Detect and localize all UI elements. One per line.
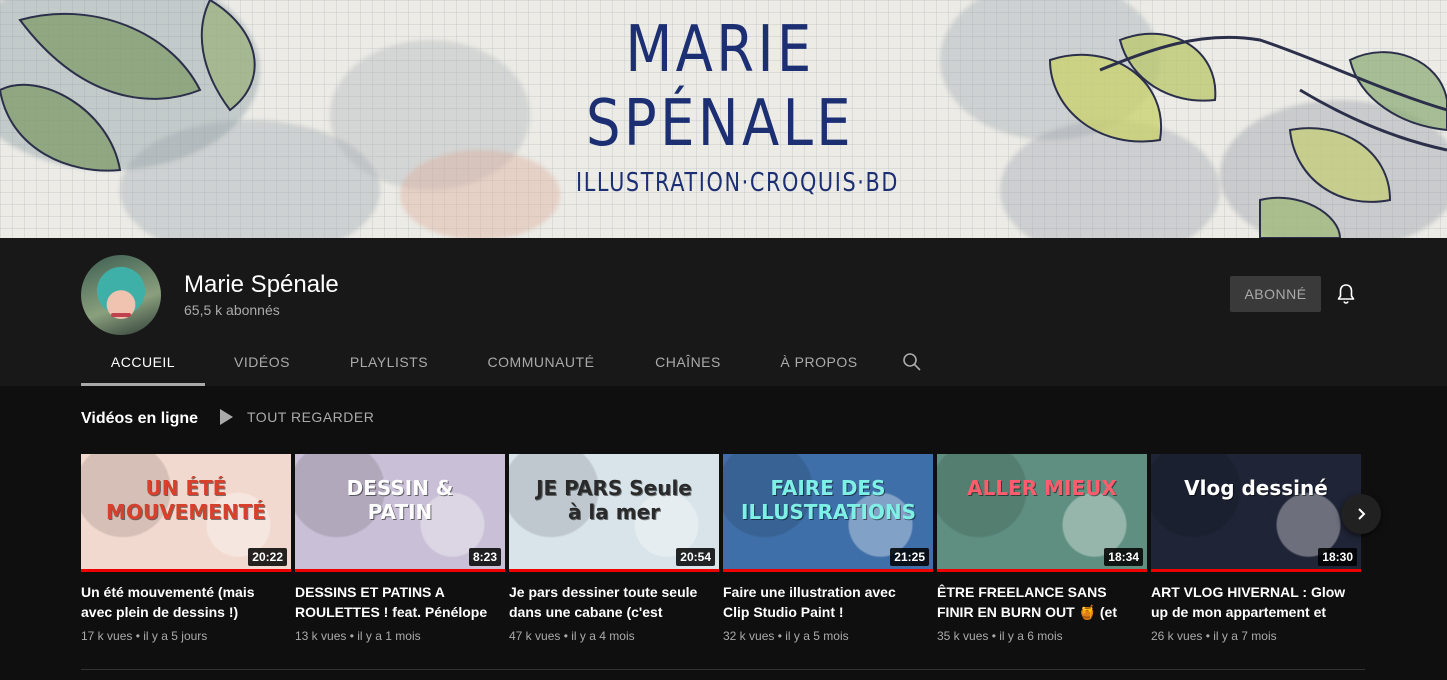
banner-title: MARIE SPÉNALE ILLUSTRATION·CROQUIS·BD: [540, 14, 900, 198]
tab-accueil[interactable]: ACCUEIL: [81, 338, 205, 386]
banner-line-1: MARIE: [625, 13, 815, 87]
thumbnail-text: UN ÉTÉ MOUVEMENTÉ: [106, 476, 266, 524]
tab-videos[interactable]: VIDÉOS: [205, 338, 319, 386]
avatar[interactable]: [81, 255, 161, 335]
video-duration: 18:30: [1318, 548, 1357, 566]
video-age: il y a 6 mois: [999, 629, 1063, 643]
video-thumbnail[interactable]: FAIRE DES ILLUSTRATIONS 21:25: [723, 454, 933, 572]
video-meta: 17 k vues • il y a 5 jours: [81, 629, 291, 643]
play-all-button[interactable]: TOUT REGARDER: [220, 409, 374, 425]
thumbnail-text: ALLER MIEUX: [967, 476, 1117, 500]
video-views: 26 k vues: [1151, 629, 1203, 643]
tab-chaines[interactable]: CHAÎNES: [623, 338, 753, 386]
video-age: il y a 4 mois: [571, 629, 635, 643]
watch-progress-bar: [723, 569, 933, 572]
video-meta: 13 k vues • il y a 1 mois: [295, 629, 505, 643]
next-arrow-button[interactable]: [1341, 494, 1381, 534]
notification-bell-icon[interactable]: [1334, 282, 1358, 306]
watch-progress-bar: [81, 569, 291, 572]
video-age: il y a 5 mois: [785, 629, 849, 643]
watch-progress-bar: [937, 569, 1147, 572]
video-title[interactable]: Je pars dessiner toute seule dans une ca…: [509, 582, 709, 622]
video-views: 17 k vues: [81, 629, 133, 643]
video-card[interactable]: JE PARS Seule à la mer 20:54 Je pars des…: [509, 454, 719, 643]
video-thumbnail[interactable]: ALLER MIEUX 18:34: [937, 454, 1147, 572]
video-views: 35 k vues: [937, 629, 989, 643]
tab-communaute[interactable]: COMMUNAUTÉ: [459, 338, 623, 386]
channel-tabs: ACCUEIL VIDÉOS PLAYLISTS COMMUNAUTÉ CHAÎ…: [81, 338, 927, 386]
video-card[interactable]: DESSIN & PATIN 8:23 DESSINS ET PATINS A …: [295, 454, 505, 643]
video-meta: 47 k vues • il y a 4 mois: [509, 629, 719, 643]
video-title[interactable]: Faire une illustration avec Clip Studio …: [723, 582, 923, 622]
tab-playlists[interactable]: PLAYLISTS: [319, 338, 459, 386]
section-divider: [81, 669, 1365, 670]
video-duration: 18:34: [1104, 548, 1143, 566]
video-title[interactable]: Un été mouvementé (mais avec plein de de…: [81, 582, 281, 622]
thumbnail-text: JE PARS Seule à la mer: [536, 476, 692, 524]
video-card[interactable]: Vlog dessiné 18:30 ART VLOG HIVERNAL : G…: [1151, 454, 1361, 643]
section-title: Vidéos en ligne: [81, 410, 199, 427]
video-age: il y a 5 jours: [143, 629, 208, 643]
video-views: 32 k vues: [723, 629, 775, 643]
watch-progress-bar: [295, 569, 505, 572]
watch-progress-bar: [1151, 569, 1361, 572]
thumbnail-text: Vlog dessiné: [1184, 476, 1328, 500]
chevron-right-icon: [1358, 508, 1366, 520]
video-title[interactable]: DESSINS ET PATINS A ROULETTES ! feat. Pé…: [295, 582, 495, 622]
video-meta: 26 k vues • il y a 7 mois: [1151, 629, 1361, 643]
channel-name: Marie Spénale: [184, 271, 339, 298]
video-meta: 32 k vues • il y a 5 mois: [723, 629, 933, 643]
banner-subtitle: ILLUSTRATION·CROQUIS·BD: [576, 168, 899, 198]
video-card[interactable]: FAIRE DES ILLUSTRATIONS 21:25 Faire une …: [723, 454, 933, 643]
video-card[interactable]: UN ÉTÉ MOUVEMENTÉ 20:22 Un été mouvement…: [81, 454, 291, 643]
video-title[interactable]: ÊTRE FREELANCE SANS FINIR EN BURN OUT 🍯 …: [937, 582, 1137, 622]
channel-banner: MARIE SPÉNALE ILLUSTRATION·CROQUIS·BD: [0, 0, 1447, 238]
video-age: il y a 7 mois: [1213, 629, 1277, 643]
play-all-label: TOUT REGARDER: [247, 409, 375, 425]
banner-line-2: SPÉNALE: [585, 87, 855, 161]
subscribe-button[interactable]: ABONNÉ: [1230, 276, 1321, 312]
video-card[interactable]: ALLER MIEUX 18:34 ÊTRE FREELANCE SANS FI…: [937, 454, 1147, 643]
watch-progress-bar: [509, 569, 719, 572]
channel-search-button[interactable]: [897, 338, 927, 386]
video-thumbnail[interactable]: DESSIN & PATIN 8:23: [295, 454, 505, 572]
video-meta: 35 k vues • il y a 6 mois: [937, 629, 1147, 643]
video-views: 47 k vues: [509, 629, 561, 643]
channel-header: Marie Spénale 65,5 k abonnés ABONNÉ ACCU…: [0, 238, 1447, 386]
video-thumbnail[interactable]: UN ÉTÉ MOUVEMENTÉ 20:22: [81, 454, 291, 572]
video-age: il y a 1 mois: [357, 629, 421, 643]
video-views: 13 k vues: [295, 629, 347, 643]
video-duration: 8:23: [468, 548, 501, 566]
play-icon: [220, 409, 233, 425]
subscriber-count: 65,5 k abonnés: [184, 302, 280, 318]
video-thumbnail[interactable]: JE PARS Seule à la mer 20:54: [509, 454, 719, 572]
thumbnail-text: DESSIN & PATIN: [346, 476, 454, 524]
video-duration: 21:25: [890, 548, 929, 566]
video-duration: 20:54: [676, 548, 715, 566]
search-icon: [903, 353, 921, 371]
tab-a-propos[interactable]: À PROPOS: [753, 338, 885, 386]
video-title[interactable]: ART VLOG HIVERNAL : Glow up de mon appar…: [1151, 582, 1351, 622]
video-duration: 20:22: [248, 548, 287, 566]
thumbnail-text: FAIRE DES ILLUSTRATIONS: [741, 476, 917, 524]
video-thumbnail[interactable]: Vlog dessiné 18:30: [1151, 454, 1361, 572]
